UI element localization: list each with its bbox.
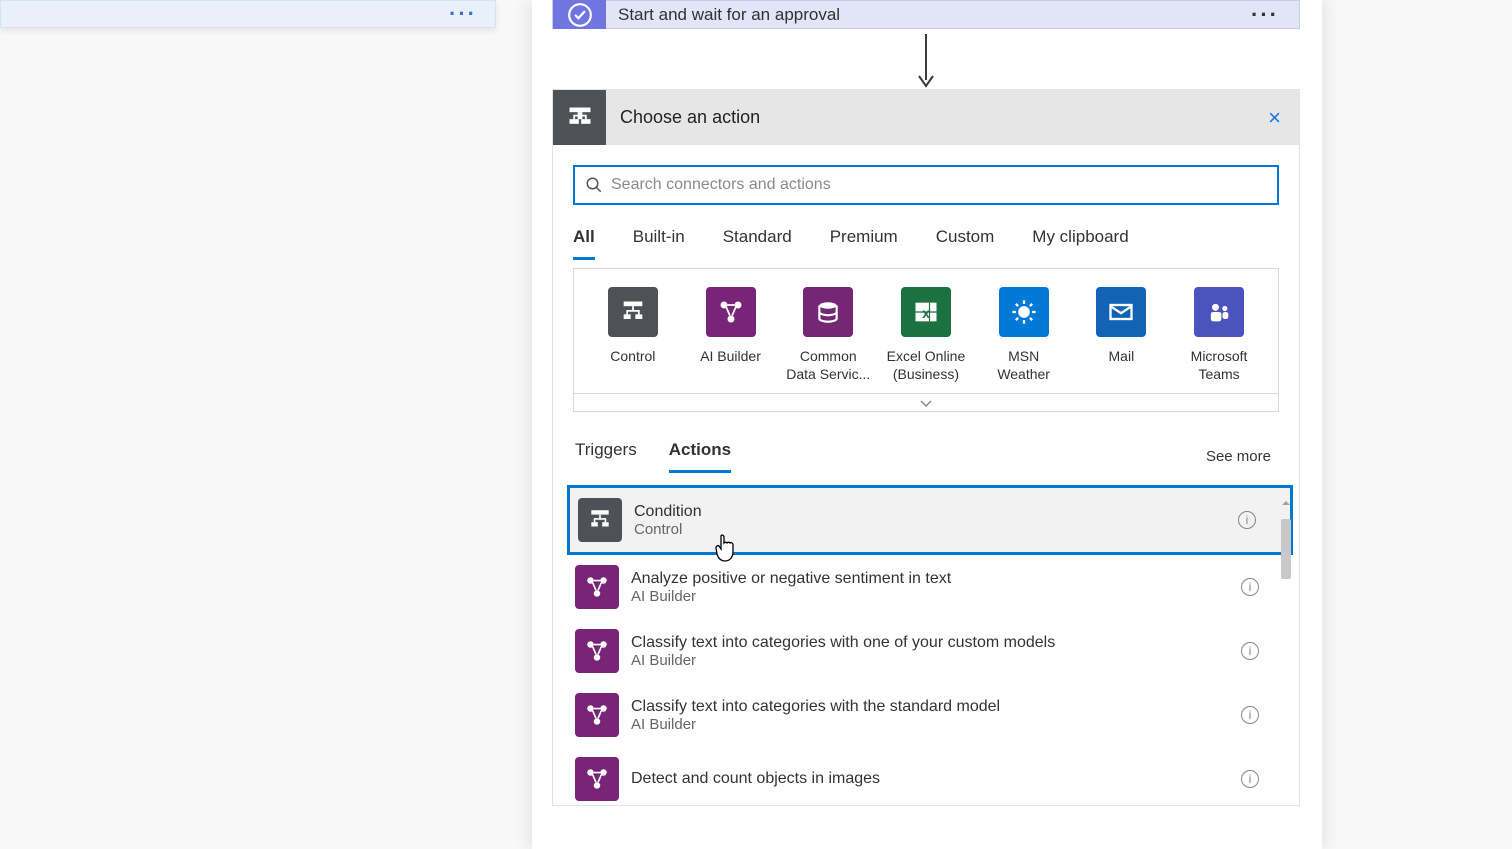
action-condition[interactable]: Condition Control i [567,485,1293,555]
action-title: Classify text into categories with the s… [631,698,1000,716]
search-icon [585,176,603,194]
connector-label: Excel Online (Business) [887,347,966,383]
approval-card[interactable]: Start and wait for an approval ··· [552,0,1300,29]
search-input[interactable] [611,176,1267,194]
close-button[interactable]: × [1268,105,1281,131]
approval-icon [553,0,606,29]
info-icon[interactable]: i [1241,642,1259,660]
action-title: Classify text into categories with one o… [631,634,1055,652]
action-subtitle: AI Builder [631,716,1000,733]
action-classify-custom[interactable]: Classify text into categories with one o… [567,619,1293,683]
connector-label: Control [610,347,655,365]
choose-action-icon [553,90,606,145]
connector-msn-weather[interactable]: MSN Weather [977,287,1070,383]
connector-ai-builder[interactable]: AI Builder [684,287,777,383]
control-icon [608,287,658,337]
connector-mail[interactable]: Mail [1075,287,1168,383]
action-title: Condition [634,503,702,521]
info-icon[interactable]: i [1238,511,1256,529]
search-box[interactable] [573,165,1279,205]
connector-control[interactable]: Control [586,287,679,383]
action-subtitle: AI Builder [631,588,951,605]
triggers-actions-row: Triggers Actions See more [553,412,1299,473]
action-detect-objects[interactable]: Detect and count objects in images i [567,747,1293,805]
choose-header: Choose an action × [553,90,1299,145]
previous-step-menu[interactable]: ··· [449,1,477,27]
info-icon[interactable]: i [1241,770,1259,788]
scrollbar[interactable] [1279,497,1293,797]
action-analyze-sentiment[interactable]: Analyze positive or negative sentiment i… [567,555,1293,619]
tab-premium[interactable]: Premium [830,227,898,260]
category-tabs: All Built-in Standard Premium Custom My … [553,205,1299,260]
connector-label: MSN Weather [997,347,1050,383]
connectors-grid: Control AI Builder Common Data Servic...… [573,268,1279,394]
info-icon[interactable]: i [1241,706,1259,724]
connector-label: AI Builder [700,347,761,365]
chevron-down-icon [919,398,933,408]
expand-connectors-button[interactable] [573,394,1279,412]
action-title: Analyze positive or negative sentiment i… [631,570,951,588]
actions-list: Condition Control i Analyze positive or … [567,485,1293,805]
action-title: Detect and count objects in images [631,770,880,788]
ai-builder-icon [706,287,756,337]
connector-label: Mail [1109,347,1135,365]
info-icon[interactable]: i [1241,578,1259,596]
connector-cds[interactable]: Common Data Servic... [782,287,875,383]
excel-icon: x [901,287,951,337]
ai-builder-icon [575,693,619,737]
ai-builder-icon [575,629,619,673]
see-more-link[interactable]: See more [1206,448,1271,465]
action-classify-standard[interactable]: Classify text into categories with the s… [567,683,1293,747]
action-subtitle: Control [634,521,702,538]
search-wrap [553,145,1299,205]
tab-all[interactable]: All [573,227,595,260]
scroll-up-arrow[interactable] [1279,497,1293,509]
connector-label: Common Data Servic... [786,347,870,383]
tab-custom[interactable]: Custom [936,227,995,260]
control-icon [578,498,622,542]
weather-icon [999,287,1049,337]
connector-teams[interactable]: Microsoft Teams [1173,287,1266,383]
action-subtitle: AI Builder [631,652,1055,669]
ai-builder-icon [575,565,619,609]
tab-built-in[interactable]: Built-in [633,227,685,260]
previous-step-card: ··· [0,0,496,28]
cds-icon [803,287,853,337]
approval-menu-button[interactable]: ··· [1251,2,1279,28]
tab-actions[interactable]: Actions [669,440,731,473]
scroll-thumb[interactable] [1281,519,1291,579]
ai-builder-icon [575,757,619,801]
tab-my-clipboard[interactable]: My clipboard [1032,227,1128,260]
tab-standard[interactable]: Standard [723,227,792,260]
flow-arrow-icon [916,34,936,89]
approval-title: Start and wait for an approval [618,5,840,25]
tab-triggers[interactable]: Triggers [575,440,637,473]
trigger-action-tabs: Triggers Actions [575,440,731,473]
mail-icon [1096,287,1146,337]
svg-text:x: x [922,305,930,321]
connector-excel[interactable]: x Excel Online (Business) [879,287,972,383]
connector-label: Microsoft Teams [1191,347,1248,383]
teams-icon [1194,287,1244,337]
choose-title: Choose an action [620,107,760,128]
choose-action-panel: Choose an action × All Built-in Standard… [552,89,1300,806]
